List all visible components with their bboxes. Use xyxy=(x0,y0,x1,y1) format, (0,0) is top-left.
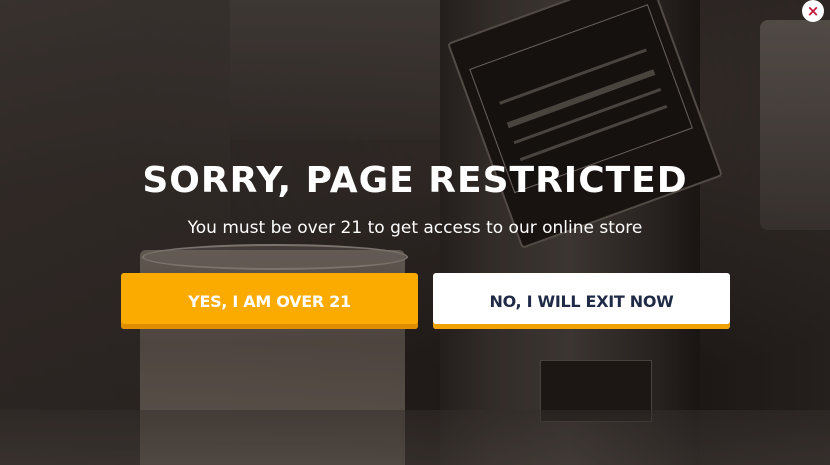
close-icon[interactable]: × xyxy=(802,0,824,22)
age-gate-modal: SORRY, PAGE RESTRICTED You must be over … xyxy=(0,0,830,465)
confirm-age-button[interactable]: YES, I AM OVER 21 xyxy=(121,273,418,329)
modal-subtitle: You must be over 21 to get access to our… xyxy=(187,218,643,238)
modal-title: SORRY, PAGE RESTRICTED xyxy=(142,160,688,201)
exit-button[interactable]: NO, I WILL EXIT NOW xyxy=(433,273,730,329)
